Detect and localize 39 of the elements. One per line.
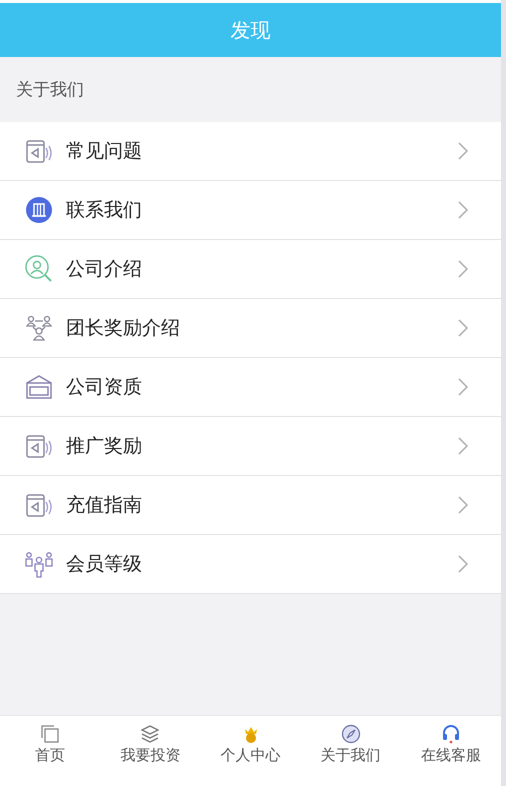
members-icon — [24, 549, 54, 579]
menu-item[interactable]: 常见问题 — [0, 122, 501, 181]
chevron-right-icon — [457, 141, 469, 161]
building-icon — [24, 195, 54, 225]
tab-item[interactable]: 我要投资 — [100, 716, 200, 786]
tab-item[interactable]: 关于我们 — [300, 716, 401, 786]
person-search-icon — [24, 254, 54, 284]
headset-icon — [440, 724, 461, 744]
chevron-right-icon — [457, 554, 469, 574]
layers-icon — [140, 724, 160, 744]
section-label: 关于我们 — [15, 79, 85, 102]
menu-item[interactable]: 公司介绍 — [0, 240, 501, 299]
compass-icon — [340, 724, 361, 744]
team-icon — [24, 313, 54, 343]
chevron-right-icon — [457, 318, 469, 338]
page-title: 发现 — [230, 16, 270, 44]
menu-item-label: 团长奖励介绍 — [66, 316, 181, 341]
menu-item[interactable]: 团长奖励介绍 — [0, 299, 501, 358]
menu-item-label: 公司介绍 — [66, 257, 143, 282]
chevron-right-icon — [457, 436, 469, 456]
menu-item-label: 公司资质 — [66, 375, 143, 400]
chevron-right-icon — [457, 259, 469, 279]
menu-item[interactable]: 联系我们 — [0, 181, 501, 240]
menu-item-label: 常见问题 — [66, 139, 143, 164]
tab-item[interactable]: 首页 — [0, 716, 100, 786]
tab-item[interactable]: 在线客服 — [400, 716, 502, 786]
menu-item[interactable]: 充值指南 — [0, 476, 501, 535]
menu-item[interactable]: 公司资质 — [0, 358, 501, 417]
menu-item-label: 会员等级 — [66, 552, 143, 577]
menu-item[interactable]: 会员等级 — [0, 535, 501, 594]
tab-item[interactable]: 个人中心 — [200, 716, 301, 786]
menu-item[interactable]: 推广奖励 — [0, 417, 501, 476]
chevron-right-icon — [457, 200, 469, 220]
menu-item-label: 联系我们 — [66, 198, 143, 223]
pages-icon — [40, 724, 60, 744]
chevron-right-icon — [457, 377, 469, 397]
menu-item-label: 充值指南 — [66, 493, 143, 518]
chevron-right-icon — [457, 495, 469, 515]
menu-item-label: 推广奖励 — [66, 434, 143, 459]
